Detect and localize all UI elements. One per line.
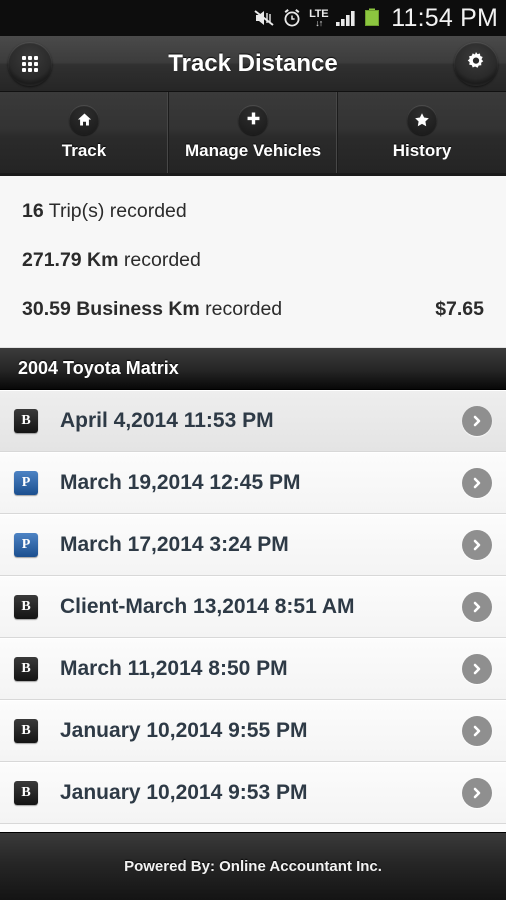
business-badge-icon: B [14, 656, 38, 681]
trip-label: March 17,2014 3:24 PM [60, 532, 289, 556]
stat-business-value: 30.59 Business Km [22, 298, 200, 320]
chevron-right-icon[interactable] [462, 529, 492, 560]
personal-badge-icon: P [14, 470, 38, 495]
settings-button[interactable] [454, 41, 498, 86]
table-row[interactable]: B April 4,2014 11:53 PM [0, 390, 506, 452]
tab-track[interactable]: Track [0, 92, 169, 173]
stat-trips-value: 16 [22, 200, 44, 222]
table-row[interactable]: B Client-March 13,2014 8:51 AM [0, 576, 506, 638]
footer-bar: Powered By: Online Accountant Inc. [0, 832, 506, 900]
vehicle-name: 2004 Toyota Matrix [18, 358, 179, 378]
app-drawer-button[interactable] [8, 41, 52, 86]
data-arrows: ↓↑ [315, 17, 323, 28]
business-badge-icon: B [14, 780, 38, 805]
footer-text: Powered By: Online Accountant Inc. [124, 858, 382, 875]
table-row[interactable]: P March 19,2014 12:45 PM [0, 452, 506, 514]
settings-gear-icon [465, 50, 487, 77]
tab-history-label: History [392, 140, 452, 160]
alarm-clock-icon [282, 8, 302, 28]
business-badge-icon: B [14, 718, 38, 743]
status-bar: LTE ↓↑ 11:54 PM [0, 0, 506, 36]
tab-manage-vehicles-label: Manage Vehicles [184, 140, 322, 160]
stat-distance-value: 271.79 Km [22, 249, 119, 271]
battery-icon [364, 8, 380, 28]
stat-business-distance: 30.59 Business Km recorded $7.65 [22, 298, 484, 347]
tab-bar: Track Manage Vehicles History [0, 92, 506, 176]
table-row[interactable]: B March 11,2014 8:50 PM [0, 638, 506, 700]
business-badge-icon: B [14, 594, 38, 619]
table-row[interactable]: P March 17,2014 3:24 PM [0, 514, 506, 576]
tab-history[interactable]: History [338, 92, 506, 173]
action-bar: Track Distance [0, 36, 506, 92]
tab-track-label: Track [61, 140, 107, 160]
star-icon [407, 104, 437, 135]
lte-data-icon: LTE ↓↑ [309, 8, 328, 28]
tab-manage-vehicles[interactable]: Manage Vehicles [169, 92, 338, 173]
stat-trips-label: Trip(s) recorded [43, 200, 187, 222]
table-row[interactable]: B January 10,2014 9:55 PM [0, 700, 506, 762]
stat-distance-text: 271.79 Km recorded [22, 249, 201, 272]
stat-trips-text: 16 Trip(s) recorded [22, 200, 187, 223]
trip-label: January 10,2014 9:55 PM [60, 718, 308, 742]
home-icon [69, 104, 99, 135]
app-screen: LTE ↓↑ 11:54 PM Track Distance Track Man… [0, 0, 506, 900]
trip-label: January 10,2014 9:53 PM [60, 780, 308, 804]
plus-icon [238, 104, 268, 135]
chevron-right-icon[interactable] [462, 405, 492, 436]
page-title: Track Distance [168, 49, 338, 77]
stat-business-amount: $7.65 [435, 298, 484, 320]
stat-business-text: 30.59 Business Km recorded [22, 298, 282, 321]
status-bar-clock: 11:54 PM [391, 3, 498, 32]
chevron-right-icon[interactable] [462, 715, 492, 746]
trip-label: March 11,2014 8:50 PM [60, 656, 288, 680]
stat-distance: 271.79 Km recorded [22, 249, 484, 298]
trip-label: Client-March 13,2014 8:51 AM [60, 594, 355, 618]
signal-bars-icon [335, 9, 357, 27]
trip-list[interactable]: B April 4,2014 11:53 PM P March 19,2014 … [0, 390, 506, 832]
stat-trips: 16 Trip(s) recorded [22, 200, 484, 249]
chevron-right-icon[interactable] [462, 653, 492, 684]
mute-vibrate-icon [253, 9, 275, 27]
summary-stats: 16 Trip(s) recorded 271.79 Km recorded 3… [0, 176, 506, 348]
chevron-right-icon[interactable] [462, 777, 492, 808]
chevron-right-icon[interactable] [462, 467, 492, 498]
business-badge-icon: B [14, 408, 38, 433]
app-drawer-grid-icon [22, 55, 38, 72]
chevron-right-icon[interactable] [462, 591, 492, 622]
vehicle-header: 2004 Toyota Matrix [0, 348, 506, 390]
trip-label: April 4,2014 11:53 PM [60, 408, 274, 432]
stat-distance-label: recorded [118, 249, 201, 271]
table-row[interactable]: B January 10,2014 9:53 PM [0, 762, 506, 824]
stat-business-label: recorded [199, 298, 283, 320]
personal-badge-icon: P [14, 532, 38, 557]
trip-label: March 19,2014 12:45 PM [60, 470, 301, 494]
